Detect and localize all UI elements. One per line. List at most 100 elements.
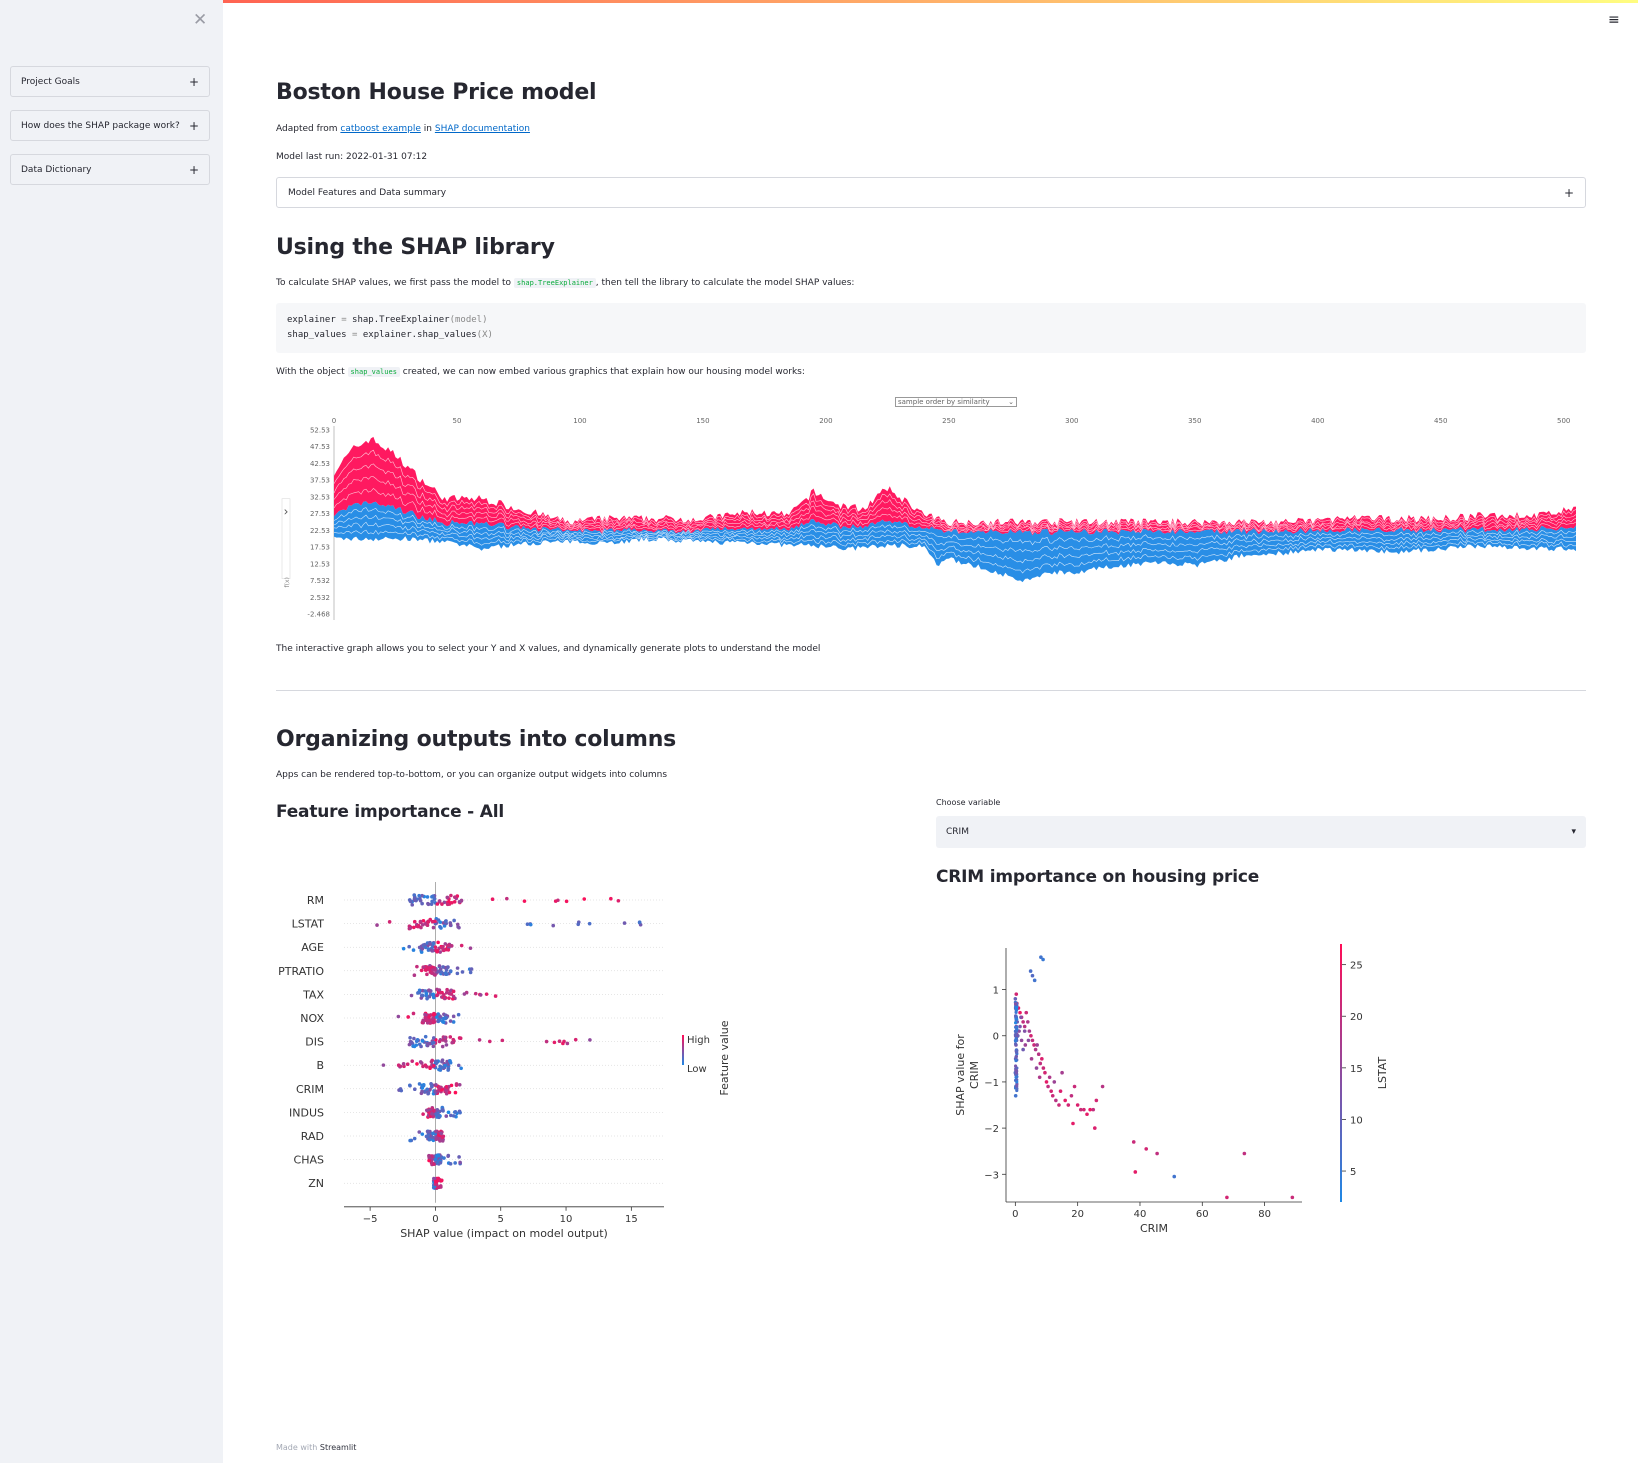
beeswarm-point	[428, 1041, 432, 1046]
sidebar-expander-shap-package[interactable]: How does the SHAP package work? +	[10, 110, 210, 141]
y-tick-label: 0	[993, 1032, 999, 1043]
beeswarm-point	[427, 966, 432, 970]
dependence-point	[1044, 1080, 1049, 1084]
chevron-down-icon: ⌄	[1008, 398, 1014, 406]
beeswarm-point	[455, 971, 460, 976]
beeswarm-point	[420, 901, 424, 906]
feature-label: AGE	[301, 941, 324, 954]
code-token: =	[346, 330, 363, 340]
beeswarm-point	[430, 1112, 434, 1116]
beeswarm-point	[439, 970, 444, 974]
beeswarm-point	[460, 970, 465, 974]
colorbar-low-label: Low	[687, 1064, 707, 1075]
beeswarm-point	[435, 993, 439, 998]
x-tick-label: 200	[819, 417, 832, 425]
beeswarm-point	[437, 1085, 442, 1089]
beeswarm-point	[458, 1160, 462, 1165]
dependence-point	[1071, 1121, 1075, 1126]
dependence-point	[1040, 1057, 1044, 1061]
x-tick-label: 0	[1012, 1209, 1018, 1220]
beeswarm-point	[441, 1065, 446, 1070]
force-plot-order-select[interactable]: sample order by similarity ⌄	[895, 397, 1017, 407]
beeswarm-point	[493, 994, 498, 998]
beeswarm-point	[609, 896, 613, 901]
beeswarm-point	[453, 1090, 458, 1095]
streamlit-link[interactable]: Streamlit	[320, 1443, 357, 1452]
beeswarm-point	[431, 1044, 436, 1049]
dependence-point	[1023, 1043, 1028, 1047]
dependence-point	[1133, 1170, 1138, 1174]
beeswarm-point	[421, 1064, 425, 1069]
sidebar-expander-label: How does the SHAP package work?	[21, 120, 180, 131]
beeswarm-point	[453, 1161, 457, 1165]
colorbar-tick-label: 15	[1350, 1064, 1363, 1075]
beeswarm-point	[444, 1114, 449, 1118]
beeswarm-point	[443, 1035, 447, 1040]
beeswarm-point	[425, 895, 430, 899]
beeswarm-point	[438, 1160, 443, 1165]
dependence-point	[1019, 1038, 1024, 1043]
shap-dependence-plot: 0 20 40 60 8010−1−2−3CRIMSHAP value for CRIM2…	[954, 944, 1389, 1235]
beeswarm-point	[436, 1153, 441, 1158]
beeswarm-point	[441, 1019, 445, 1024]
hamburger-menu-icon[interactable]: ≡	[1608, 12, 1620, 28]
close-icon[interactable]: ✕	[193, 10, 207, 30]
x-tick-label: 450	[1434, 417, 1447, 425]
beeswarm-point	[425, 923, 430, 928]
y-tick-label: −2	[984, 1124, 999, 1135]
x-tick-label: 400	[1311, 417, 1324, 425]
dependence-point	[1131, 1140, 1136, 1144]
model-features-expander[interactable]: Model Features and Data summary +	[276, 177, 1586, 208]
dependence-point	[1021, 1020, 1025, 1024]
beeswarm-point	[431, 941, 436, 946]
sidebar-expander-data-dictionary[interactable]: Data Dictionary +	[10, 154, 210, 185]
shap-documentation-link[interactable]: SHAP documentation	[435, 124, 530, 134]
columns-subtitle: Apps can be rendered top-to-bottom, or y…	[276, 770, 668, 780]
beeswarm-point	[443, 942, 448, 946]
beeswarm-point	[435, 1179, 439, 1184]
beeswarm-point	[396, 1014, 401, 1019]
beeswarm-point	[425, 996, 429, 1001]
dependence-point	[1030, 1038, 1035, 1043]
shap-section-heading: Using the SHAP library	[276, 235, 555, 260]
dependence-point	[1047, 1075, 1052, 1080]
x-tick-label: 5	[498, 1214, 504, 1225]
x-tick-label: 10	[560, 1214, 573, 1225]
beeswarm-point	[396, 1063, 401, 1067]
dependence-point	[1032, 978, 1037, 983]
beeswarm-point	[423, 1012, 427, 1017]
feature-label: PTRATIO	[278, 965, 324, 978]
dependence-point	[1013, 1033, 1018, 1037]
y-tick-label: 17.53	[310, 544, 330, 552]
dependence-point	[1093, 1126, 1097, 1130]
beeswarm-point	[437, 1039, 442, 1044]
dependence-point	[1015, 1017, 1019, 1021]
beeswarm-point	[442, 996, 447, 1001]
beeswarm-point	[457, 925, 461, 930]
y-tick-label: 32.53	[310, 493, 330, 501]
beeswarm-point	[421, 1018, 425, 1023]
dependence-point	[1050, 1093, 1055, 1098]
sidebar-expander-project-goals[interactable]: Project Goals +	[10, 66, 210, 97]
beeswarm-point	[446, 1110, 451, 1115]
dependence-point	[1082, 1107, 1086, 1112]
colorbar-tick-label: 25	[1350, 961, 1363, 972]
beeswarm-point	[544, 1039, 549, 1044]
variable-select[interactable]: CRIM ▾	[936, 816, 1586, 848]
beeswarm-point	[412, 919, 417, 924]
beeswarm-point	[430, 1084, 434, 1089]
beeswarm-point	[449, 943, 454, 948]
beeswarm-point	[552, 1040, 557, 1045]
dependence-point	[1015, 1084, 1019, 1088]
beeswarm-point	[469, 967, 474, 971]
catboost-example-link[interactable]: catboost example	[340, 124, 421, 134]
beeswarm-point	[437, 964, 442, 968]
dependence-point	[1057, 1103, 1061, 1107]
x-axis-label: SHAP value (impact on model output)	[400, 1227, 608, 1240]
dependence-point	[1043, 1070, 1047, 1075]
x-tick-label: 40	[1134, 1209, 1147, 1220]
plus-icon: +	[188, 74, 199, 89]
beeswarm-point	[440, 1058, 445, 1063]
shap-force-plot[interactable]: 0 50 100 150 200 250 300 350 400 450 500 52.53 47.53…	[276, 410, 1586, 630]
beeswarm-point	[430, 949, 435, 953]
